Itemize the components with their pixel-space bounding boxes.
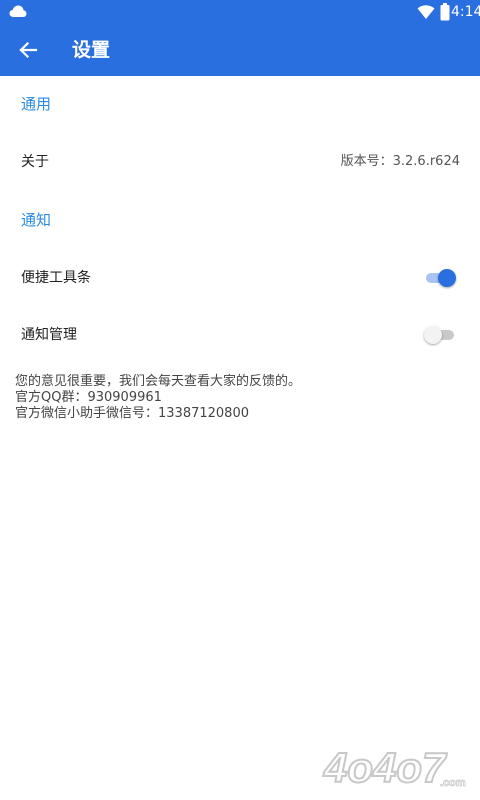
wifi-icon <box>417 5 435 19</box>
qq-group-info: 官方QQ群：930909961 <box>15 390 162 405</box>
quick-toolbar-switch[interactable] <box>424 268 458 288</box>
feedback-info: 您的意见很重要，我们会每天查看大家的反馈的。 官方QQ群：930909961 官… <box>15 374 301 422</box>
back-button[interactable] <box>10 32 46 68</box>
status-time: 4:14 <box>451 4 480 20</box>
section-header-general: 通用 <box>21 95 52 113</box>
page-title: 设置 <box>72 39 111 61</box>
section-header-notification: 通知 <box>21 211 52 229</box>
about-label: 关于 <box>21 154 49 170</box>
app-bar: 设置 <box>0 24 480 76</box>
cloud-icon <box>9 5 27 17</box>
settings-row-notification-management[interactable]: 通知管理 <box>0 313 480 357</box>
feedback-note: 您的意见很重要，我们会每天查看大家的反馈的。 <box>15 374 302 389</box>
watermark-logo: 4o4o7 .com <box>322 743 466 792</box>
battery-icon <box>440 3 450 21</box>
watermark-text: 4o4o7 <box>323 744 447 791</box>
switch-knob <box>424 326 442 344</box>
arrow-left-icon <box>19 41 38 59</box>
watermark-suffix: .com <box>440 777 466 789</box>
notification-management-switch[interactable] <box>424 325 458 345</box>
settings-row-about[interactable]: 关于 版本号：3.2.6.r624 <box>0 140 480 184</box>
version-value: 版本号：3.2.6.r624 <box>340 154 460 169</box>
switch-knob <box>438 269 456 287</box>
wechat-info: 官方微信小助手微信号：13387120800 <box>15 406 249 421</box>
status-bar: 4:14 <box>0 0 480 24</box>
notification-management-label: 通知管理 <box>21 327 77 343</box>
settings-row-quick-toolbar[interactable]: 便捷工具条 <box>0 256 480 300</box>
quick-toolbar-label: 便捷工具条 <box>21 270 91 286</box>
